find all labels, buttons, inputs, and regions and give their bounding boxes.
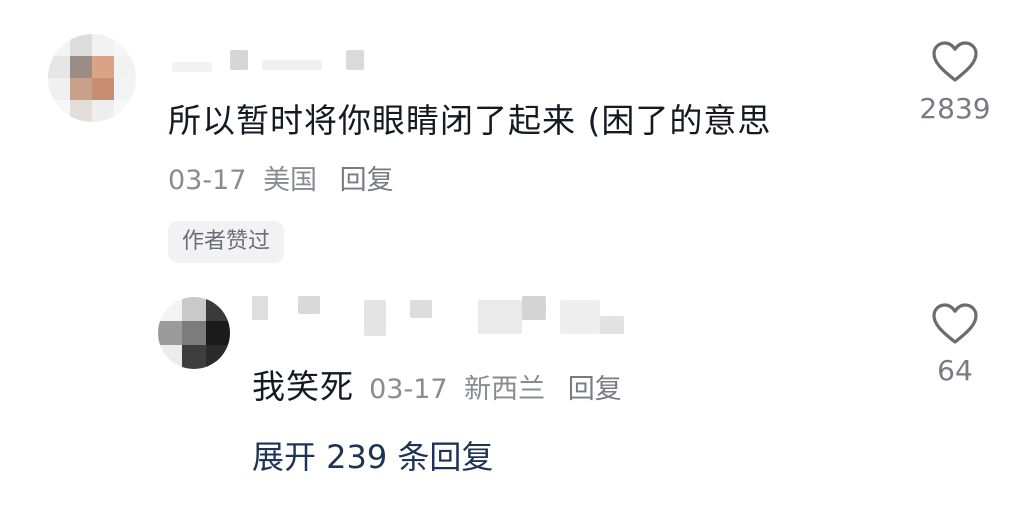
like-button[interactable]: 2839 xyxy=(912,40,998,125)
reply-line: 我笑死 03-17 新西兰 回复 xyxy=(252,360,622,408)
reply-reply-button[interactable]: 回复 xyxy=(568,374,622,405)
avatar[interactable] xyxy=(48,34,136,122)
like-count: 2839 xyxy=(919,92,991,125)
heart-outline-icon[interactable] xyxy=(931,302,979,346)
reply-date: 03-17 xyxy=(369,374,448,405)
reply-like-button[interactable]: 64 xyxy=(912,302,998,387)
comment-text: 所以暂时将你眼睛闭了起来 (困了的意思 xyxy=(168,101,772,140)
heart-outline-icon[interactable] xyxy=(931,40,979,84)
reply-location: 新西兰 xyxy=(464,374,546,405)
reply-button[interactable]: 回复 xyxy=(340,165,394,196)
reply-text: 我笑死 xyxy=(252,367,354,406)
comment-date: 03-17 xyxy=(168,165,247,196)
comment-location: 美国 xyxy=(263,165,318,196)
expand-replies-button[interactable]: 展开 239 条回复 xyxy=(252,432,493,478)
comment-meta: 03-17 美国 回复 xyxy=(168,158,394,197)
reply-like-count: 64 xyxy=(937,354,973,387)
author-liked-badge: 作者赞过 xyxy=(168,221,285,263)
reply-avatar[interactable] xyxy=(158,297,230,369)
